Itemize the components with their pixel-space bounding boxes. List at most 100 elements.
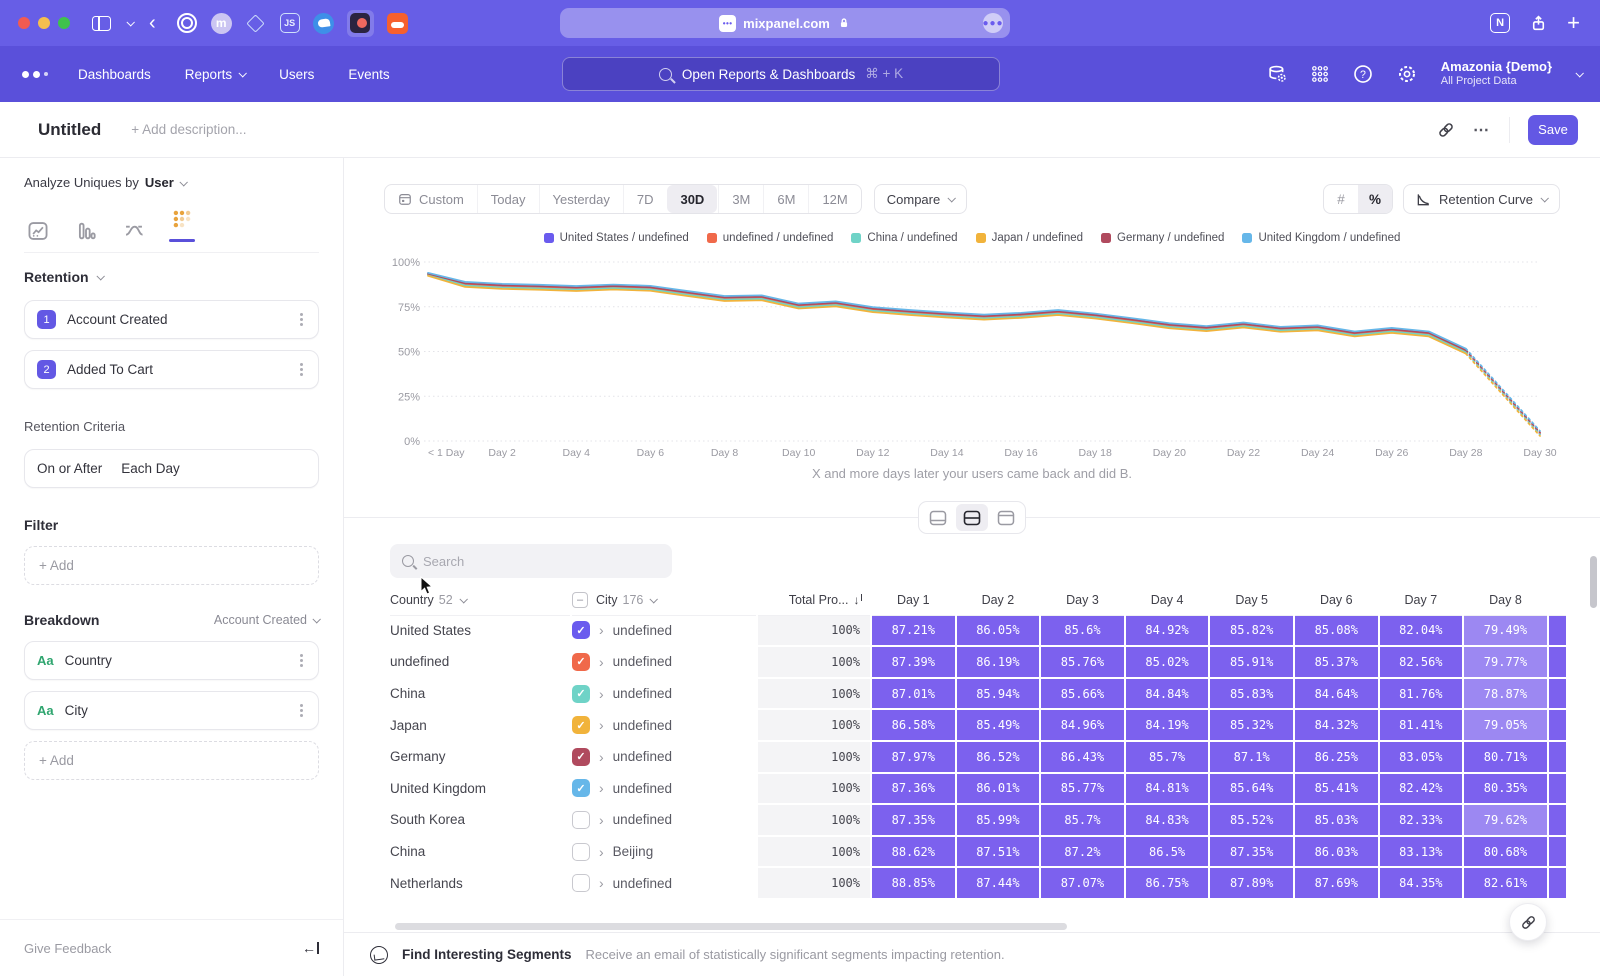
count-unit-button[interactable]: # [1324, 185, 1358, 213]
kebab-menu-icon[interactable] [300, 368, 303, 371]
day-cell[interactable]: 82.33% [1380, 805, 1463, 835]
kebab-menu-icon[interactable] [300, 318, 303, 321]
column-header-day[interactable]: Day 5 [1210, 584, 1293, 616]
day-cell[interactable]: 87.2% [1041, 837, 1124, 867]
day-cell[interactable]: 85.99% [957, 805, 1040, 835]
day-cell[interactable] [1549, 742, 1566, 772]
expand-row-icon[interactable]: › [599, 749, 604, 765]
back-icon[interactable]: ‹ [149, 13, 156, 33]
tab-retention[interactable] [168, 208, 196, 242]
day-cell[interactable]: 87.07% [1041, 868, 1124, 898]
day-cell[interactable]: 88.62% [872, 837, 955, 867]
series-line[interactable] [428, 273, 1466, 349]
day-cell[interactable]: 79.77% [1464, 647, 1547, 677]
js-extension-icon[interactable]: JS [280, 13, 300, 33]
column-header-day[interactable]: Day 3 [1041, 584, 1124, 616]
notion-icon[interactable]: N [1490, 13, 1510, 33]
table-row-country[interactable]: Japan [390, 710, 570, 740]
day-cell[interactable]: 87.89% [1210, 868, 1293, 898]
password-extension-icon[interactable] [176, 12, 198, 34]
percent-unit-button[interactable]: % [1358, 185, 1392, 213]
tab-funnels[interactable] [72, 220, 100, 242]
legend-item[interactable]: Germany / undefined [1101, 232, 1224, 244]
column-header-day[interactable]: Day 6 [1295, 584, 1378, 616]
day-cell[interactable]: 84.96% [1041, 710, 1124, 740]
criteria-interval[interactable]: Each Day [121, 461, 180, 476]
range-6m[interactable]: 6M [763, 185, 808, 213]
table-row-country[interactable]: United States [390, 616, 570, 646]
day-cell[interactable]: 85.02% [1126, 647, 1209, 677]
day-cell[interactable]: 80.35% [1464, 774, 1547, 804]
range-yesterday[interactable]: Yesterday [539, 185, 623, 213]
window-controls[interactable] [18, 17, 70, 29]
column-header-day[interactable]: Day 2 [957, 584, 1040, 616]
table-only-view-icon[interactable] [990, 504, 1022, 531]
help-icon[interactable]: ? [1353, 64, 1373, 84]
column-header-day[interactable]: Day 4 [1126, 584, 1209, 616]
range-12m[interactable]: 12M [808, 185, 860, 213]
day-cell[interactable]: 85.64% [1210, 774, 1293, 804]
day-cell[interactable] [1549, 679, 1566, 709]
range-3m[interactable]: 3M [718, 185, 763, 213]
day-cell[interactable]: 84.81% [1126, 774, 1209, 804]
nav-item-events[interactable]: Events [348, 67, 389, 82]
day-cell[interactable]: 84.19% [1126, 710, 1209, 740]
chart-only-view-icon[interactable] [922, 504, 954, 531]
day-cell[interactable]: 86.52% [957, 742, 1040, 772]
retention-step-card[interactable]: 1Account Created [24, 300, 319, 339]
chevron-down-icon[interactable] [126, 18, 134, 26]
column-header-city[interactable]: –City176 [572, 584, 756, 616]
day-cell[interactable]: 84.32% [1295, 710, 1378, 740]
day-cell[interactable]: 84.35% [1380, 868, 1463, 898]
legend-item[interactable]: China / undefined [851, 232, 957, 244]
new-tab-icon[interactable]: + [1567, 12, 1580, 34]
expand-row-icon[interactable]: › [599, 875, 604, 891]
day-cell[interactable]: 87.36% [872, 774, 955, 804]
global-search[interactable]: Open Reports & Dashboards ⌘ + K [562, 57, 1000, 91]
day-cell[interactable]: 85.7% [1041, 805, 1124, 835]
range-today[interactable]: Today [477, 185, 539, 213]
range-7d[interactable]: 7D [623, 185, 667, 213]
row-checkbox[interactable] [572, 874, 590, 892]
day-cell[interactable]: 87.35% [1210, 837, 1293, 867]
legend-item[interactable]: Japan / undefined [976, 232, 1083, 244]
expand-row-icon[interactable]: › [599, 622, 604, 638]
more-options-icon[interactable]: ⋯ [1473, 120, 1491, 140]
day-cell[interactable]: 86.75% [1126, 868, 1209, 898]
day-cell[interactable]: 86.01% [957, 774, 1040, 804]
kebab-menu-icon[interactable] [300, 659, 303, 662]
day-cell[interactable]: 79.62% [1464, 805, 1547, 835]
row-checkbox[interactable]: ✓ [572, 716, 590, 734]
day-cell[interactable]: 85.91% [1210, 647, 1293, 677]
day-cell[interactable]: 82.56% [1380, 647, 1463, 677]
project-selector[interactable]: Amazonia {Demo} All Project Data [1441, 59, 1552, 89]
day-cell[interactable]: 84.64% [1295, 679, 1378, 709]
day-cell[interactable]: 86.5% [1126, 837, 1209, 867]
share-icon[interactable] [1530, 15, 1547, 32]
day-cell[interactable]: 87.69% [1295, 868, 1378, 898]
select-all-checkbox-indeterminate[interactable]: – [572, 592, 588, 608]
column-header-country[interactable]: Country52 [390, 584, 570, 616]
table-row-country[interactable]: undefined [390, 647, 570, 677]
row-checkbox[interactable]: ✓ [572, 621, 590, 639]
soundcloud-extension-icon[interactable] [387, 13, 408, 34]
apps-grid-icon[interactable] [1311, 65, 1329, 83]
add-filter-button[interactable]: + Add [24, 546, 319, 585]
day-cell[interactable]: 79.49% [1464, 616, 1547, 646]
day-cell[interactable]: 85.76% [1041, 647, 1124, 677]
row-checkbox[interactable]: ✓ [572, 779, 590, 797]
day-cell[interactable]: 84.92% [1126, 616, 1209, 646]
day-cell[interactable]: 82.61% [1464, 868, 1547, 898]
horizontal-scrollbar[interactable] [395, 923, 1067, 930]
day-cell[interactable]: 85.83% [1210, 679, 1293, 709]
criteria-condition[interactable]: On or After [37, 461, 102, 476]
expand-row-icon[interactable]: › [599, 717, 604, 733]
close-window-button[interactable] [18, 17, 30, 29]
expand-row-icon[interactable]: › [599, 780, 604, 796]
day-cell[interactable] [1549, 616, 1566, 646]
expand-row-icon[interactable]: › [599, 654, 604, 670]
workspace-logo[interactable] [22, 71, 48, 78]
column-header-day[interactable]: Day 1 [872, 584, 955, 616]
column-header-day[interactable] [1549, 584, 1566, 616]
day-cell[interactable]: 85.66% [1041, 679, 1124, 709]
